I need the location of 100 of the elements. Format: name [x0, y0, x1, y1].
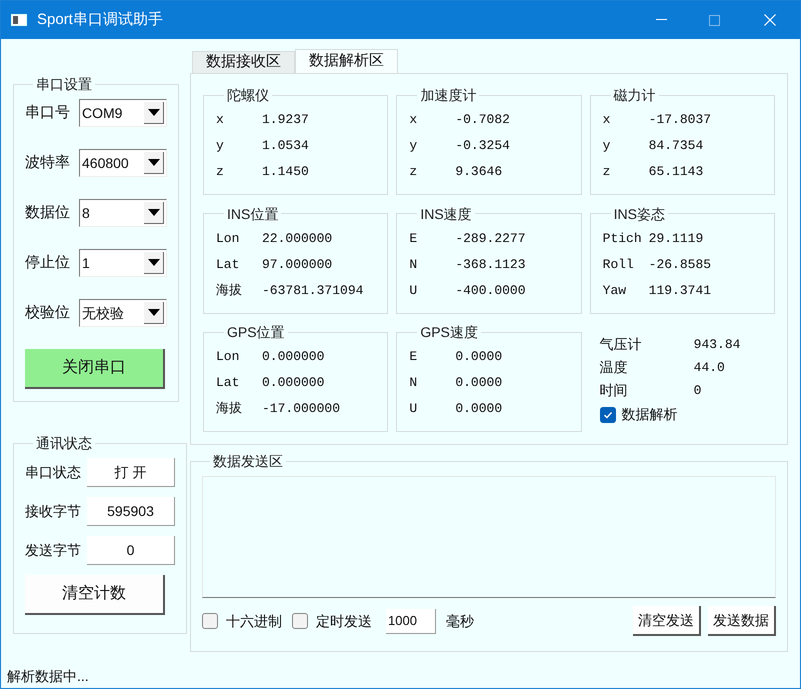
axis-label: E: [409, 230, 418, 248]
reading-value: 29.1119: [648, 230, 704, 248]
reading-value: 0.000000: [262, 374, 324, 392]
reading-value: 44.0: [694, 359, 725, 378]
axis-label: Lat: [216, 256, 240, 274]
minimize-icon[interactable]: [656, 19, 667, 21]
reading-value: 0.0000: [455, 348, 502, 366]
group-title: 数据发送区: [212, 452, 284, 470]
axis-label: 海拔: [216, 400, 243, 418]
status-value: 595903: [87, 497, 175, 526]
group-title: GPS速度: [419, 323, 479, 342]
axis-label: z: [216, 163, 225, 181]
axis-label: E: [409, 348, 418, 366]
reading-value: -17.8037: [648, 111, 712, 129]
app-icon: [11, 14, 27, 26]
checkmark-icon: [602, 410, 613, 420]
checkbox-label: 十六进制: [226, 612, 282, 630]
axis-label: Roll: [602, 256, 635, 274]
reading-value: -289.2277: [455, 230, 526, 248]
field-label: 停止位: [25, 252, 71, 273]
reading-value: 0.0000: [455, 400, 502, 418]
send-action-button[interactable]: 清空发送: [633, 606, 701, 636]
close-port-button[interactable]: 关闭串口: [25, 349, 165, 389]
checkbox-label: 数据解析: [622, 405, 678, 424]
tab[interactable]: 数据接收区: [192, 51, 295, 73]
unit-label: 毫秒: [446, 612, 474, 630]
group-title: INS位置: [226, 204, 280, 223]
reading-label: 温度: [600, 358, 629, 378]
axis-label: Ptich: [602, 230, 643, 248]
dropdown-arrow-icon: [148, 259, 160, 266]
maximize-icon[interactable]: [709, 14, 720, 26]
group-title: 串口设置: [35, 75, 93, 93]
group-title: 加速度计: [419, 86, 478, 104]
dropdown[interactable]: 无校验: [79, 299, 167, 327]
reading-value: 1.1450: [262, 163, 309, 181]
group-title: 陀螺仪: [226, 86, 270, 104]
reading-value: 0.000000: [262, 348, 324, 366]
reading-value: 97.000000: [262, 256, 332, 274]
checkbox[interactable]: [292, 613, 308, 629]
status-label: 接收字节: [25, 502, 82, 521]
interval-field[interactable]: 1000: [386, 608, 436, 634]
axis-label: Yaw: [602, 282, 628, 300]
axis-label: x: [409, 111, 418, 129]
reading-value: -400.0000: [455, 282, 526, 300]
reading-value: -63781.371094: [262, 282, 364, 300]
axis-label: N: [409, 256, 418, 274]
axis-label: y: [602, 137, 612, 155]
checkbox-label: 定时发送: [316, 612, 372, 630]
close-icon[interactable]: [764, 14, 776, 26]
field-label: 波特率: [25, 152, 71, 173]
group-title: INS速度: [419, 204, 473, 223]
field-label: 数据位: [25, 202, 71, 223]
reading-value: -26.8585: [648, 256, 712, 274]
axis-label: U: [409, 282, 418, 300]
dropdown-arrow-icon: [148, 209, 160, 216]
dropdown-arrow-icon: [148, 109, 160, 116]
group-title: 通讯状态: [35, 434, 93, 452]
reading-value: 1.9237: [262, 111, 309, 129]
reading-value: 0: [694, 382, 702, 400]
reading-value: 22.000000: [262, 230, 332, 248]
send-action-button[interactable]: 发送数据: [708, 606, 776, 636]
axis-label: x: [216, 111, 225, 129]
checkbox[interactable]: [600, 406, 616, 423]
group-title: GPS位置: [226, 323, 286, 342]
axis-label: Lat: [216, 374, 240, 392]
reading-value: 0.0000: [455, 374, 502, 392]
reading-label: 时间: [600, 381, 629, 400]
dropdown[interactable]: 1: [79, 249, 167, 277]
reading-value: 119.3741: [648, 282, 712, 300]
dropdown[interactable]: COM9: [79, 99, 167, 127]
reading-value: 65.1143: [648, 163, 704, 181]
status-label: 发送字节: [25, 541, 82, 560]
reading-value: 84.7354: [648, 137, 704, 155]
reading-value: -0.7082: [455, 111, 510, 129]
axis-label: x: [602, 111, 612, 129]
reading-label: 气压计: [600, 335, 643, 354]
dropdown-arrow-icon: [148, 309, 160, 316]
dropdown[interactable]: 8: [79, 199, 167, 227]
status-text: 解析数据中...: [7, 666, 89, 686]
axis-label: N: [409, 374, 418, 392]
status-value: 0: [87, 536, 175, 565]
reading-value: 943.84: [694, 336, 740, 354]
group-title: INS姿态: [612, 204, 666, 223]
reading-value: -368.1123: [455, 256, 526, 274]
axis-label: y: [409, 137, 418, 155]
reading-value: 9.3646: [455, 163, 502, 181]
axis-label: Lon: [216, 230, 240, 248]
axis-label: U: [409, 400, 418, 418]
tab[interactable]: 数据解析区: [295, 49, 398, 73]
dropdown-arrow-icon: [148, 159, 160, 166]
field-label: 校验位: [25, 302, 71, 323]
reading-value: 1.0534: [262, 137, 309, 155]
group-title: 磁力计: [612, 86, 657, 104]
field-label: 串口号: [25, 102, 71, 123]
reading-value: -0.3254: [455, 137, 510, 155]
dropdown[interactable]: 460800: [79, 149, 167, 177]
checkbox[interactable]: [202, 613, 218, 629]
window-title: Sport串口调试助手: [37, 10, 163, 30]
axis-label: z: [602, 163, 612, 181]
clear-count-button[interactable]: 清空计数: [25, 575, 165, 615]
